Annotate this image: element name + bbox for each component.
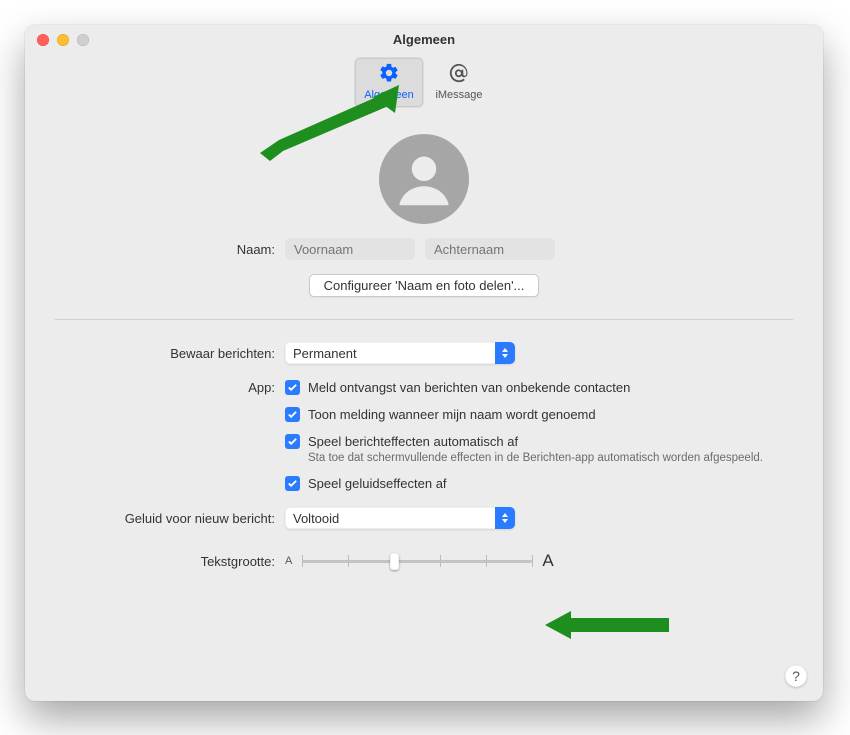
help-label: ?: [792, 668, 800, 684]
keep-messages-row: Bewaar berichten: Permanent: [55, 342, 793, 364]
checkbox-unknown-contacts-label: Meld ontvangst van berichten van onbeken…: [308, 380, 630, 395]
preferences-window: Algemeen Algemeen iMessage: [25, 25, 823, 701]
app-label: App:: [55, 380, 285, 395]
tab-general-label: Algemeen: [364, 89, 414, 101]
preference-tabs: Algemeen iMessage: [354, 57, 494, 108]
updown-icon: [495, 507, 515, 529]
tab-imessage[interactable]: iMessage: [424, 57, 494, 108]
first-name-field[interactable]: [285, 238, 415, 260]
person-icon: [389, 144, 459, 214]
avatar-section: [55, 134, 793, 224]
text-size-slider[interactable]: [302, 551, 532, 571]
checkmark-icon: [287, 409, 298, 420]
minimize-window-button[interactable]: [57, 34, 69, 46]
checkbox-message-effects-sublabel: Sta toe dat schermvullende effecten in d…: [308, 452, 763, 464]
checkmark-icon: [287, 382, 298, 393]
tab-imessage-label: iMessage: [435, 89, 482, 101]
zoom-window-button[interactable]: [77, 34, 89, 46]
checkbox-row-message-effects: Speel berichteffecten automatisch af Sta…: [285, 434, 793, 464]
sound-label: Geluid voor nieuw bericht:: [55, 511, 285, 526]
keep-messages-select[interactable]: Permanent: [285, 342, 515, 364]
name-row: Naam:: [55, 238, 793, 260]
checkbox-row-sound-effects: Speel geluidseffecten af: [285, 476, 793, 491]
slider-track: [302, 560, 532, 563]
slider-thumb[interactable]: [390, 553, 399, 570]
titlebar: Algemeen: [25, 25, 823, 53]
keep-messages-label: Bewaar berichten:: [55, 346, 285, 361]
sound-row: Geluid voor nieuw bericht: Voltooid: [55, 507, 793, 529]
checkbox-unknown-contacts[interactable]: [285, 380, 300, 395]
divider: [55, 319, 793, 320]
close-window-button[interactable]: [37, 34, 49, 46]
text-size-row: Tekstgrootte: A A: [55, 551, 793, 571]
at-icon: [425, 62, 493, 87]
text-size-big-a: A: [542, 551, 553, 571]
avatar[interactable]: [379, 134, 469, 224]
checkmark-icon: [287, 478, 298, 489]
checkbox-sound-effects-label: Speel geluidseffecten af: [308, 476, 447, 491]
updown-icon: [495, 342, 515, 364]
gear-icon: [355, 62, 423, 87]
window-title: Algemeen: [393, 32, 455, 47]
annotation-arrow-2: [545, 605, 685, 645]
checkbox-message-effects[interactable]: [285, 434, 300, 449]
name-label: Naam:: [55, 242, 285, 257]
sound-select[interactable]: Voltooid: [285, 507, 515, 529]
app-row: App: Meld ontvangst van berichten van on…: [55, 380, 793, 503]
checkbox-name-mentioned[interactable]: [285, 407, 300, 422]
tab-general[interactable]: Algemeen: [354, 57, 424, 108]
sound-value: Voltooid: [293, 511, 339, 526]
keep-messages-value: Permanent: [293, 346, 357, 361]
text-size-small-a: A: [285, 555, 292, 567]
checkbox-name-mentioned-label: Toon melding wanneer mijn naam wordt gen…: [308, 407, 596, 422]
text-size-label: Tekstgrootte:: [55, 554, 285, 569]
window-controls: [37, 34, 89, 46]
toolbar: Algemeen iMessage: [25, 53, 823, 118]
help-button[interactable]: ?: [785, 665, 807, 687]
checkbox-sound-effects[interactable]: [285, 476, 300, 491]
checkmark-icon: [287, 436, 298, 447]
configure-name-photo-button[interactable]: Configureer 'Naam en foto delen'...: [309, 274, 540, 297]
checkbox-row-unknown-contacts: Meld ontvangst van berichten van onbeken…: [285, 380, 793, 395]
last-name-field[interactable]: [425, 238, 555, 260]
checkbox-message-effects-label: Speel berichteffecten automatisch af: [308, 434, 763, 449]
checkbox-row-name-mentioned: Toon melding wanneer mijn naam wordt gen…: [285, 407, 793, 422]
content-area: Naam: Configureer 'Naam en foto delen'..…: [25, 118, 823, 591]
